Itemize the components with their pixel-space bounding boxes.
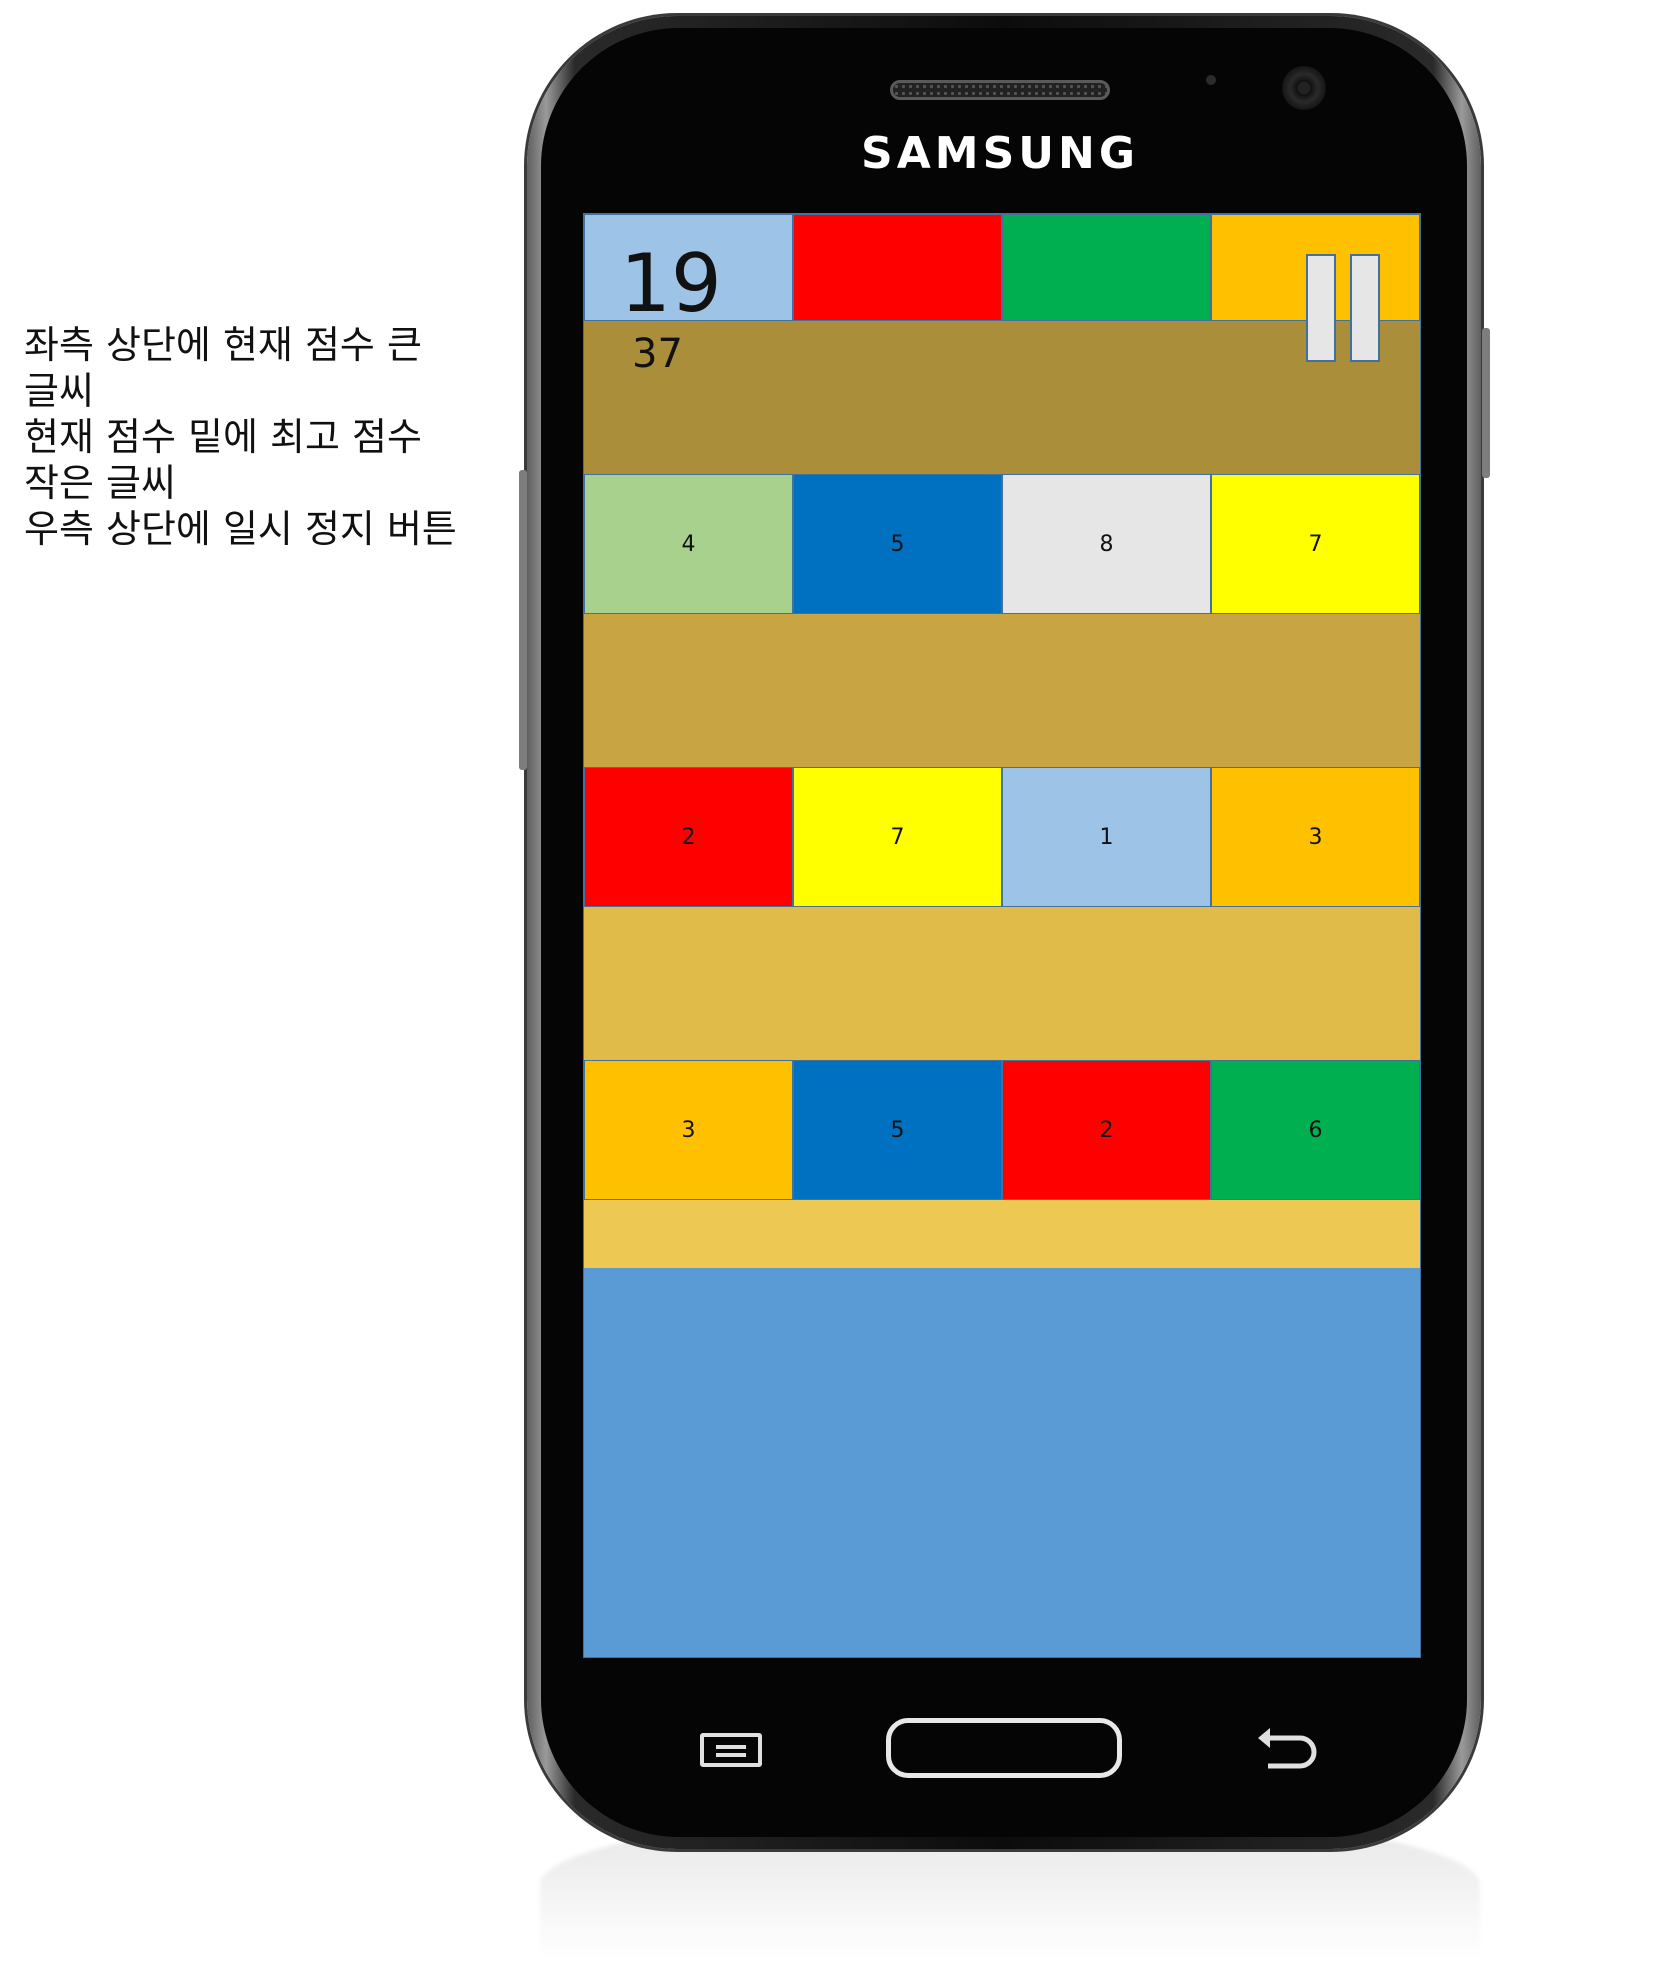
number-tile[interactable]: 8 (1002, 474, 1211, 614)
back-arrow-icon[interactable] (1254, 1726, 1318, 1772)
number-tile[interactable]: 3 (1211, 767, 1420, 907)
proximity-sensor (1206, 75, 1216, 85)
shelf-band (584, 614, 1420, 767)
power-button[interactable] (1482, 328, 1490, 478)
number-tile[interactable]: 7 (793, 767, 1002, 907)
pause-icon[interactable] (1306, 254, 1380, 364)
tile-row: 3 5 2 6 (584, 1060, 1420, 1200)
number-tile[interactable]: 2 (1002, 1060, 1211, 1200)
annotation-note: 좌측 상단에 현재 점수 큰 글씨 현재 점수 밑에 최고 점수 작은 글씨 우… (24, 322, 464, 552)
number-tile[interactable]: 1 (1002, 767, 1211, 907)
annotation-line: 우측 상단에 일시 정지 버튼 (24, 507, 457, 551)
number-tile[interactable]: 3 (584, 1060, 793, 1200)
home-button-icon[interactable] (886, 1718, 1122, 1778)
pause-bar (1350, 254, 1380, 362)
annotation-line: 좌측 상단에 현재 점수 큰 글씨 (24, 323, 422, 413)
volume-button[interactable] (519, 470, 527, 770)
tile-row: 4 5 8 7 (584, 474, 1420, 614)
menu-line (716, 1753, 746, 1757)
number-tile[interactable]: 7 (1211, 474, 1420, 614)
pause-bar (1306, 254, 1336, 362)
menu-line (716, 1745, 746, 1749)
number-tile[interactable]: 2 (584, 767, 793, 907)
menu-icon[interactable] (700, 1733, 762, 1767)
number-tile[interactable]: 5 (793, 1060, 1002, 1200)
number-tile[interactable]: 6 (1211, 1060, 1420, 1200)
tile-row: 2 7 1 3 (584, 767, 1420, 907)
shelf-band (584, 907, 1420, 1060)
front-camera (1282, 66, 1326, 110)
best-score: 37 (632, 331, 683, 377)
top-color-cell (1002, 214, 1211, 321)
top-color-cell (793, 214, 1002, 321)
number-tile[interactable]: 5 (793, 474, 1002, 614)
current-score: 19 (620, 237, 722, 330)
shelf-band (584, 321, 1420, 474)
annotation-line: 현재 점수 밑에 최고 점수 작은 글씨 (24, 415, 422, 505)
game-screen[interactable]: 4 5 8 7 2 7 1 3 3 5 2 6 19 37 (583, 213, 1421, 1658)
brand-logo: SAMSUNG (861, 128, 1139, 179)
earpiece-speaker (890, 80, 1110, 100)
shelf-band (584, 1200, 1420, 1268)
number-tile[interactable]: 4 (584, 474, 793, 614)
